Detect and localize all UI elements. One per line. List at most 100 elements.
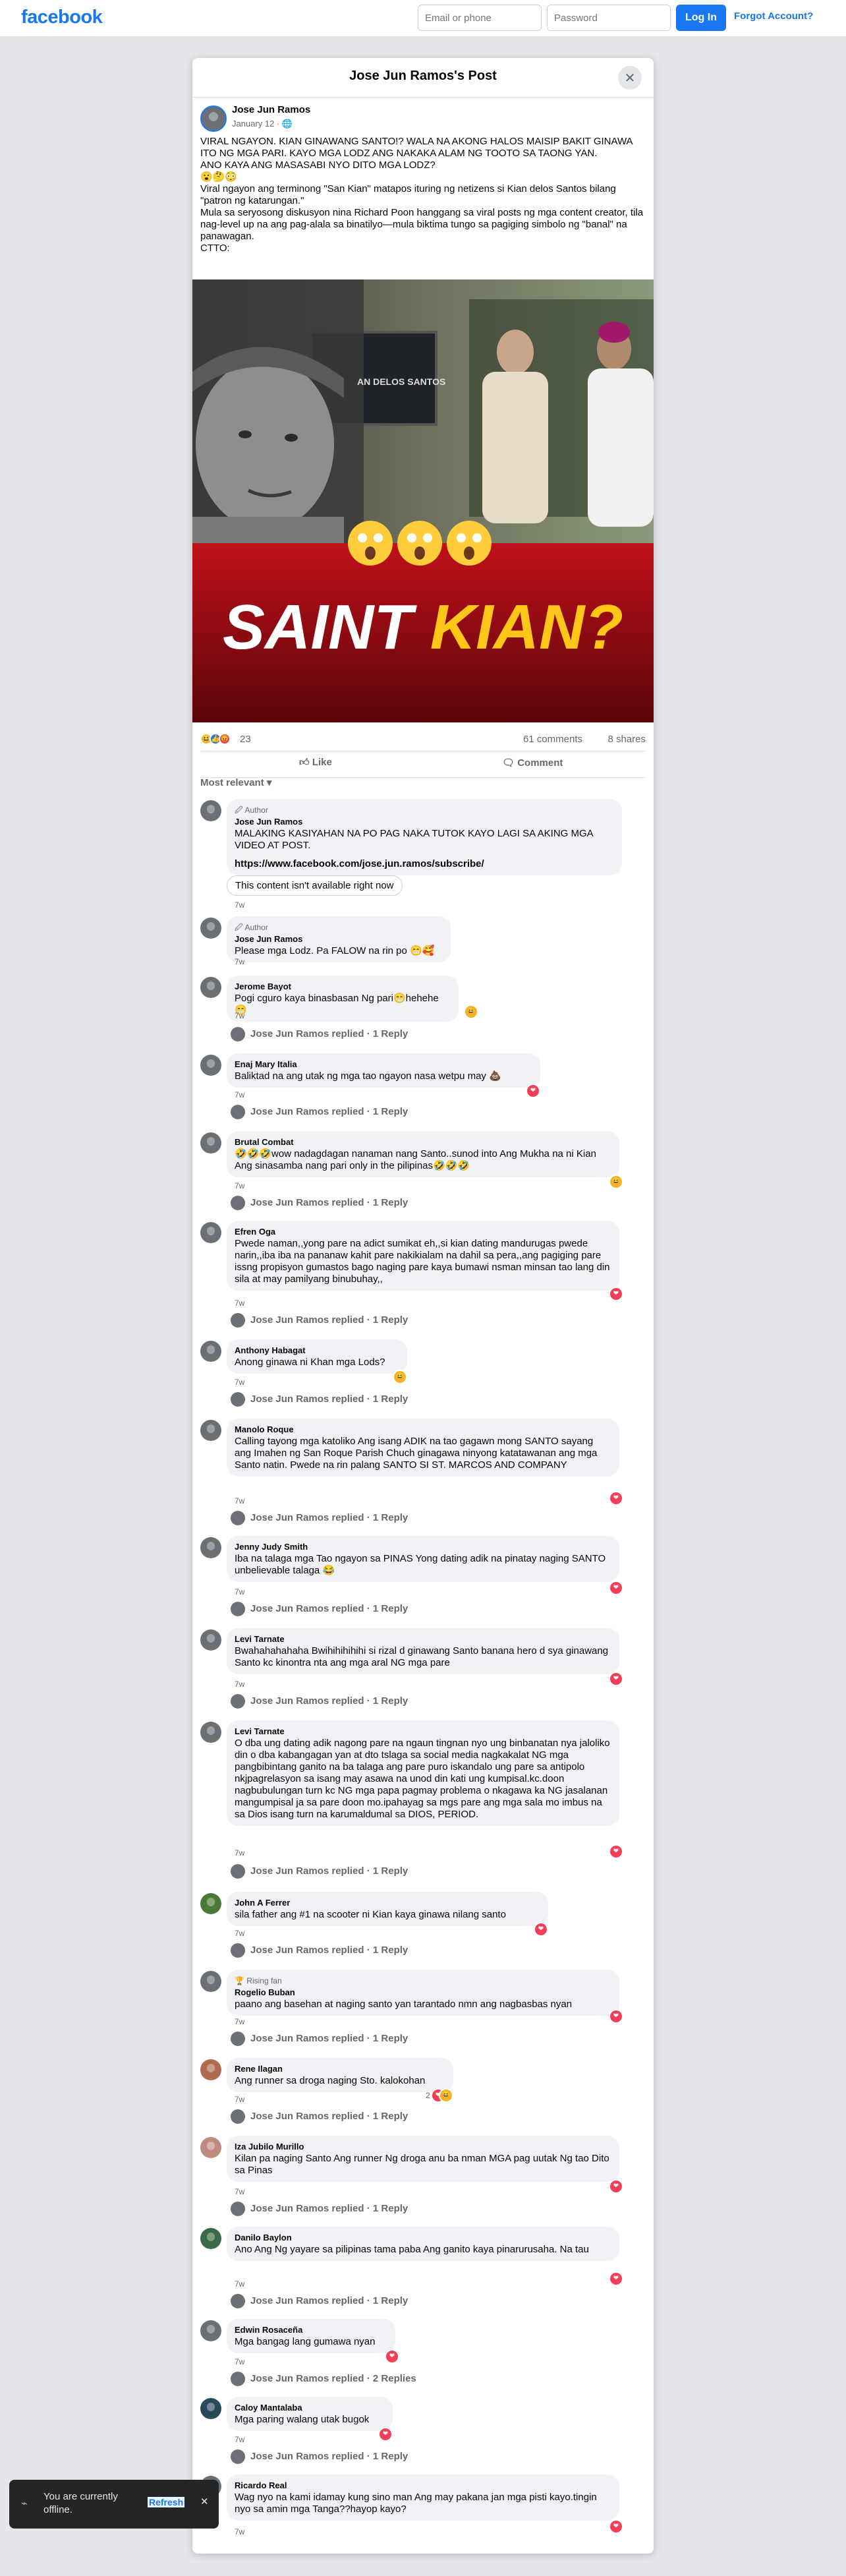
comment-reaction-icon[interactable]: 😆 — [394, 1371, 406, 1383]
comment-button[interactable]: 🗨 Comment — [502, 757, 563, 769]
comment-author[interactable]: John A Ferrer — [235, 1897, 540, 1909]
view-replies-link[interactable]: Jose Jun Ramos replied · 1 Reply — [250, 2451, 408, 2462]
sort-dropdown[interactable]: Most relevant ▾ — [200, 776, 271, 788]
comment-avatar[interactable] — [200, 2320, 221, 2341]
comment-author[interactable]: Edwin Rosaceña — [235, 2324, 387, 2336]
view-replies-link[interactable]: Jose Jun Ramos replied · 1 Reply — [250, 1865, 408, 1877]
comment-reaction-icon[interactable]: ❤ — [610, 1673, 622, 1685]
view-replies-link[interactable]: Jose Jun Ramos replied · 1 Reply — [250, 2033, 408, 2044]
forgot-account-link[interactable]: Forgot Account? — [734, 11, 813, 22]
comment-author[interactable]: Levi Tarnate — [235, 1726, 611, 1738]
comment-reaction-icon[interactable]: ❤ — [610, 2181, 622, 2192]
comment-avatar[interactable] — [200, 1341, 221, 1362]
comment-avatar[interactable] — [200, 977, 221, 998]
view-replies-link[interactable]: Jose Jun Ramos replied · 1 Reply — [250, 1945, 408, 1956]
comment-time[interactable]: 7w — [235, 1848, 244, 1858]
comment-avatar[interactable] — [200, 2137, 221, 2158]
comment-reaction-icon[interactable]: ❤ — [380, 2428, 391, 2440]
comment-avatar[interactable] — [200, 800, 221, 821]
comment-author[interactable]: Danilo Baylon — [235, 2232, 611, 2244]
comment-avatar[interactable] — [200, 1222, 221, 1243]
comment-avatar[interactable] — [200, 1132, 221, 1154]
comment-time[interactable]: 7w — [235, 2095, 244, 2104]
comment-avatar[interactable] — [200, 1420, 221, 1441]
comment-reaction-icon[interactable]: ❤ — [610, 1582, 622, 1594]
comments-count[interactable]: 61 comments — [523, 734, 582, 745]
comment-avatar[interactable] — [200, 1629, 221, 1651]
comment-author[interactable]: Jerome Bayot — [235, 981, 451, 993]
view-replies-link[interactable]: Jose Jun Ramos replied · 1 Reply — [250, 1393, 408, 1405]
view-replies-link[interactable]: Jose Jun Ramos replied · 1 Reply — [250, 2295, 408, 2306]
comment-reaction-icon[interactable]: ❤ — [610, 1492, 622, 1504]
comment-avatar[interactable] — [200, 2398, 221, 2419]
view-replies-link[interactable]: Jose Jun Ramos replied · 1 Reply — [250, 1512, 408, 1523]
comment-author[interactable]: Ricardo Real — [235, 2480, 611, 2492]
comment-avatar[interactable] — [200, 1971, 221, 1992]
comment-reaction-icon[interactable]: 😆 — [465, 1006, 477, 1018]
comment-time[interactable]: 7w — [235, 1181, 244, 1190]
view-replies-link[interactable]: Jose Jun Ramos replied · 1 Reply — [250, 1603, 408, 1614]
comment-time[interactable]: 7w — [235, 2279, 244, 2289]
reaction-count[interactable]: 23 — [240, 734, 251, 745]
comment-time[interactable]: 7w — [235, 1378, 244, 1387]
comment-time[interactable]: 7w — [235, 2187, 244, 2196]
comment-time[interactable]: 7w — [235, 2527, 244, 2536]
comment-avatar[interactable] — [200, 2059, 221, 2080]
comment-avatar[interactable] — [200, 1055, 221, 1076]
comment-time[interactable]: 7w — [235, 2435, 244, 2444]
view-replies-link[interactable]: Jose Jun Ramos replied · 1 Reply — [250, 1314, 408, 1326]
comment-time[interactable]: 7w — [235, 900, 244, 910]
comment-avatar[interactable] — [200, 918, 221, 939]
comment-reaction-icon[interactable]: ❤ — [535, 1923, 547, 1935]
comment-time[interactable]: 7w — [235, 2017, 244, 2026]
view-replies-link[interactable]: Jose Jun Ramos replied · 1 Reply — [250, 2203, 408, 2214]
angry-reaction-icon[interactable]: 😡 — [219, 733, 231, 745]
comment-time[interactable]: 7w — [235, 1090, 244, 1099]
close-button[interactable]: ✕ — [618, 66, 642, 90]
view-replies-link[interactable]: Jose Jun Ramos replied · 1 Reply — [250, 1028, 408, 1039]
like-button[interactable]: 👍︎ Like — [299, 757, 332, 769]
login-button[interactable]: Log In — [676, 5, 726, 31]
comment-author[interactable]: Levi Tarnate — [235, 1633, 611, 1645]
view-replies-link[interactable]: Jose Jun Ramos replied · 1 Reply — [250, 1695, 408, 1707]
comment-time[interactable]: 7w — [235, 1680, 244, 1689]
comment-avatar[interactable] — [200, 2228, 221, 2249]
comment-time[interactable]: 7w — [235, 1496, 244, 1506]
comment-author[interactable]: Jose Jun Ramos — [235, 816, 614, 828]
comment-avatar[interactable] — [200, 1893, 221, 1914]
comment-time[interactable]: 7w — [235, 1587, 244, 1596]
comment-avatar[interactable] — [200, 1722, 221, 1743]
comment-author[interactable]: Iza Jubilo Murillo — [235, 2141, 611, 2153]
comment-author[interactable]: Jenny Judy Smith — [235, 1541, 611, 1553]
comment-reaction-icon[interactable]: ❤ — [527, 1085, 539, 1097]
view-replies-link[interactable]: Jose Jun Ramos replied · 1 Reply — [250, 2111, 408, 2122]
comment-time[interactable]: 7w — [235, 1929, 244, 1938]
comment-author[interactable]: Enaj Mary Italia — [235, 1059, 532, 1070]
password-input[interactable] — [547, 5, 671, 31]
comment-author[interactable]: Anthony Habagat — [235, 1345, 399, 1357]
comment-author[interactable]: Efren Oga — [235, 1226, 611, 1238]
comment-time[interactable]: 7w — [235, 1299, 244, 1308]
comment-reaction-icon[interactable]: ❤ — [610, 1288, 622, 1300]
poster-name[interactable]: Jose Jun Ramos — [232, 104, 310, 115]
email-input[interactable] — [418, 5, 542, 31]
comment-reaction-icon[interactable]: 😆 — [610, 1176, 622, 1188]
comment-reaction-icon[interactable]: 😆 — [440, 2090, 452, 2101]
post-date[interactable]: January 12 · — [232, 119, 282, 129]
refresh-button[interactable]: Refresh — [148, 2497, 185, 2507]
comment-time[interactable]: 7w — [235, 957, 244, 966]
comment-reaction-icon[interactable]: ❤ — [610, 2273, 622, 2285]
comment-reaction-icon[interactable]: ❤ — [610, 2521, 622, 2532]
comment-time[interactable]: 7w — [235, 2357, 244, 2366]
view-replies-link[interactable]: Jose Jun Ramos replied · 2 Replies — [250, 2373, 416, 2384]
view-replies-link[interactable]: Jose Jun Ramos replied · 1 Reply — [250, 1197, 408, 1208]
comment-time[interactable]: 7w — [235, 1011, 244, 1020]
comment-reaction-icon[interactable]: ❤ — [610, 2010, 622, 2022]
poster-avatar[interactable] — [200, 105, 227, 132]
view-replies-link[interactable]: Jose Jun Ramos replied · 1 Reply — [250, 1106, 408, 1117]
comment-author[interactable]: Rene Ilagan — [235, 2063, 445, 2075]
comment-author[interactable]: Caloy Mantalaba — [235, 2402, 385, 2414]
close-icon[interactable]: ✕ — [200, 2496, 209, 2507]
comment-avatar[interactable] — [200, 1537, 221, 1558]
comment-author[interactable]: Brutal Combat — [235, 1136, 611, 1148]
